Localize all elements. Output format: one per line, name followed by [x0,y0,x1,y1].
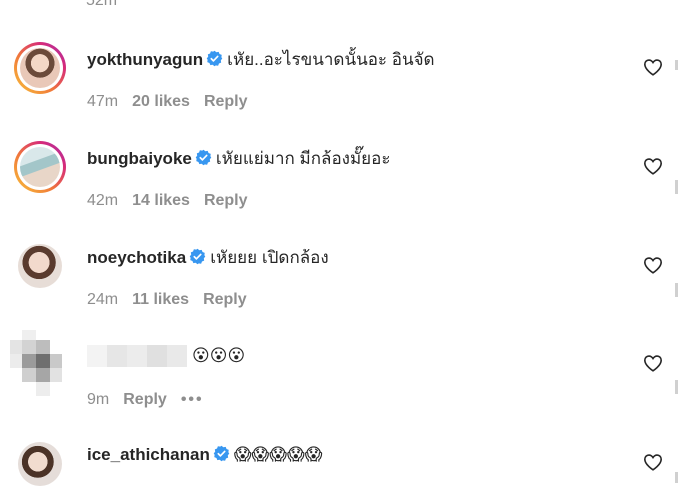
likes-count[interactable]: 11 likes [132,291,189,308]
verified-badge-icon [206,50,223,67]
avatar[interactable] [14,240,66,292]
comment-text: เหัยยย เปิดกล้อง [210,248,329,267]
likes-count[interactable]: 20 likes [132,93,190,110]
username[interactable]: bungbaiyoke [87,149,192,168]
heart-outline-icon[interactable] [643,354,663,372]
more-options-icon[interactable]: ••• [181,391,204,408]
avatar[interactable] [14,438,66,490]
heart-outline-icon[interactable] [643,256,663,274]
comment-meta: 24m 11 likes Reply [87,290,261,310]
reply-button[interactable]: Reply [123,391,167,408]
comment-time[interactable]: 47m [87,93,118,110]
previous-comment-time: 52m [86,0,118,9]
avatar[interactable] [14,42,66,94]
comment-text: 😮😮😮 [192,346,246,365]
comment-text: เหัย..อะไรขนาดนั้นอะ อินจัด [227,50,435,69]
comment-text: 😱😱😱😱😱 [233,445,323,464]
avatar[interactable] [14,141,66,193]
comment-item: 😮😮😮 9m Reply ••• [0,330,678,429]
verified-badge-icon [189,248,206,265]
comment-item: yokthunyagun เหัย..อะไรขนาดนั้นอะ อินจัด … [0,35,678,134]
likes-count[interactable]: 14 likes [132,192,190,209]
comment-line: bungbaiyoke เหัยแย่มาก มีกล้องมั๊ยอะ [87,148,390,170]
blurred-avatar[interactable] [10,330,68,398]
blurred-username[interactable] [87,345,187,367]
comment-meta: 47m 20 likes Reply [87,92,262,112]
verified-badge-icon [195,149,212,166]
comment-time[interactable]: 9m [87,391,109,408]
comment-line: yokthunyagun เหัย..อะไรขนาดนั้นอะ อินจัด [87,49,435,71]
username[interactable]: yokthunyagun [87,50,203,69]
verified-badge-icon [213,445,230,462]
username[interactable]: ice_athichanan [87,445,210,464]
reply-button[interactable]: Reply [204,93,248,110]
comment-item: bungbaiyoke เหัยแย่มาก มีกล้องมั๊ยอะ 42m 1… [0,134,678,233]
comment-meta: 42m 14 likes Reply [87,191,262,211]
comment-line: 😮😮😮 [192,345,245,367]
comment-line: noeychotika เหัยยย เปิดกล้อง [87,247,329,269]
heart-outline-icon[interactable] [643,58,663,76]
reply-button[interactable]: Reply [203,291,247,308]
username[interactable]: noeychotika [87,248,186,267]
heart-outline-icon[interactable] [643,157,663,175]
comment-line: ice_athichanan 😱😱😱😱😱 [87,444,322,466]
reply-button[interactable]: Reply [204,192,248,209]
comment-item: noeychotika เหัยยย เปิดกล้อง 24m 11 likes R… [0,233,678,332]
heart-outline-icon[interactable] [643,453,663,471]
comment-time[interactable]: 24m [87,291,118,308]
comment-meta: 9m Reply ••• [87,390,218,410]
comment-time[interactable]: 42m [87,192,118,209]
comment-text: เหัยแย่มาก มีกล้องมั๊ยอะ [215,149,391,168]
comment-item: ice_athichanan 😱😱😱😱😱 [0,430,678,486]
